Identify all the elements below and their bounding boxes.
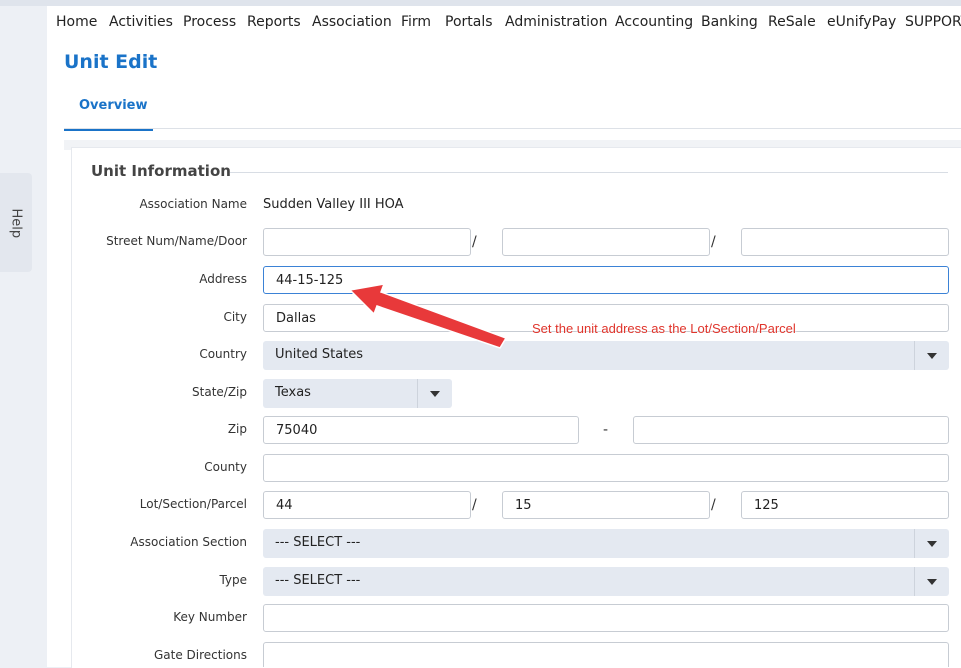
help-label: Help (8, 208, 24, 239)
label-address: Address (199, 272, 247, 286)
key-number-input[interactable] (263, 604, 949, 632)
nav-banking[interactable]: Banking (701, 14, 758, 30)
tab-overview-label: Overview (79, 98, 148, 113)
nav-portals[interactable]: Portals (445, 14, 493, 30)
lot-input[interactable]: 44 (263, 491, 471, 519)
association-section-value: --- SELECT --- (275, 535, 361, 550)
street-sep-2: / (711, 234, 716, 250)
nav-resale[interactable]: ReSale (768, 14, 816, 30)
page-title: Unit Edit (64, 51, 158, 73)
chevron-down-icon (914, 529, 949, 558)
label-association-name: Association Name (139, 197, 247, 211)
chevron-down-icon (914, 341, 949, 370)
street-sep-1: / (472, 234, 477, 250)
lot-sep-1: / (472, 497, 477, 513)
type-value: --- SELECT --- (275, 573, 361, 588)
zip-ext-input[interactable] (633, 416, 949, 444)
association-name-value: Sudden Valley III HOA (263, 197, 404, 212)
association-section-select[interactable]: --- SELECT --- (263, 529, 949, 558)
street-door-input[interactable] (741, 228, 949, 256)
annotation-callout: Set the unit address as the Lot/Section/… (508, 314, 853, 346)
help-tab[interactable]: Help (0, 173, 32, 272)
nav-support[interactable]: SUPPORT (905, 14, 961, 30)
country-value: United States (275, 347, 364, 362)
annotation-text: Set the unit address as the Lot/Section/… (532, 321, 796, 336)
section-divider (230, 172, 948, 173)
chevron-down-icon (914, 567, 949, 596)
chevron-down-icon (417, 379, 452, 408)
label-street: Street Num/Name/Door (106, 234, 247, 248)
parcel-input[interactable]: 125 (741, 491, 949, 519)
lot-sep-2: / (711, 497, 716, 513)
label-city: City (223, 310, 247, 324)
label-zip: Zip (227, 422, 247, 436)
label-association-section: Association Section (130, 535, 247, 549)
street-num-input[interactable] (263, 228, 471, 256)
nav-administration[interactable]: Administration (505, 14, 607, 30)
tab-overview[interactable]: Overview (64, 88, 153, 131)
label-county: County (204, 460, 247, 474)
label-country: Country (199, 347, 247, 361)
label-type: Type (219, 573, 247, 587)
nav-activities[interactable]: Activities (109, 14, 173, 30)
zip-dash: - (603, 422, 609, 438)
state-value: Texas (275, 385, 311, 400)
nav-accounting[interactable]: Accounting (615, 14, 693, 30)
nav-reports[interactable]: Reports (247, 14, 301, 30)
label-lot-section-parcel: Lot/Section/Parcel (139, 497, 247, 511)
gate-directions-input[interactable] (263, 642, 949, 667)
nav-association[interactable]: Association (312, 14, 392, 30)
section-input[interactable]: 15 (502, 491, 710, 519)
nav-eunifypay[interactable]: eUnifyPay (827, 14, 896, 30)
street-name-input[interactable] (502, 228, 710, 256)
address-input[interactable]: 44-15-125 (263, 266, 949, 294)
label-gate-directions: Gate Directions (153, 648, 247, 662)
label-key-number: Key Number (173, 610, 247, 624)
nav-process[interactable]: Process (183, 14, 236, 30)
nav-home[interactable]: Home (56, 14, 97, 30)
type-select[interactable]: --- SELECT --- (263, 567, 949, 596)
state-select[interactable]: Texas (263, 379, 452, 408)
tab-divider (64, 128, 961, 129)
zip-input[interactable]: 75040 (263, 416, 579, 444)
label-state-zip: State/Zip (192, 385, 247, 399)
section-title: Unit Information (91, 162, 231, 180)
county-input[interactable] (263, 454, 949, 482)
nav-firm[interactable]: Firm (401, 14, 431, 30)
